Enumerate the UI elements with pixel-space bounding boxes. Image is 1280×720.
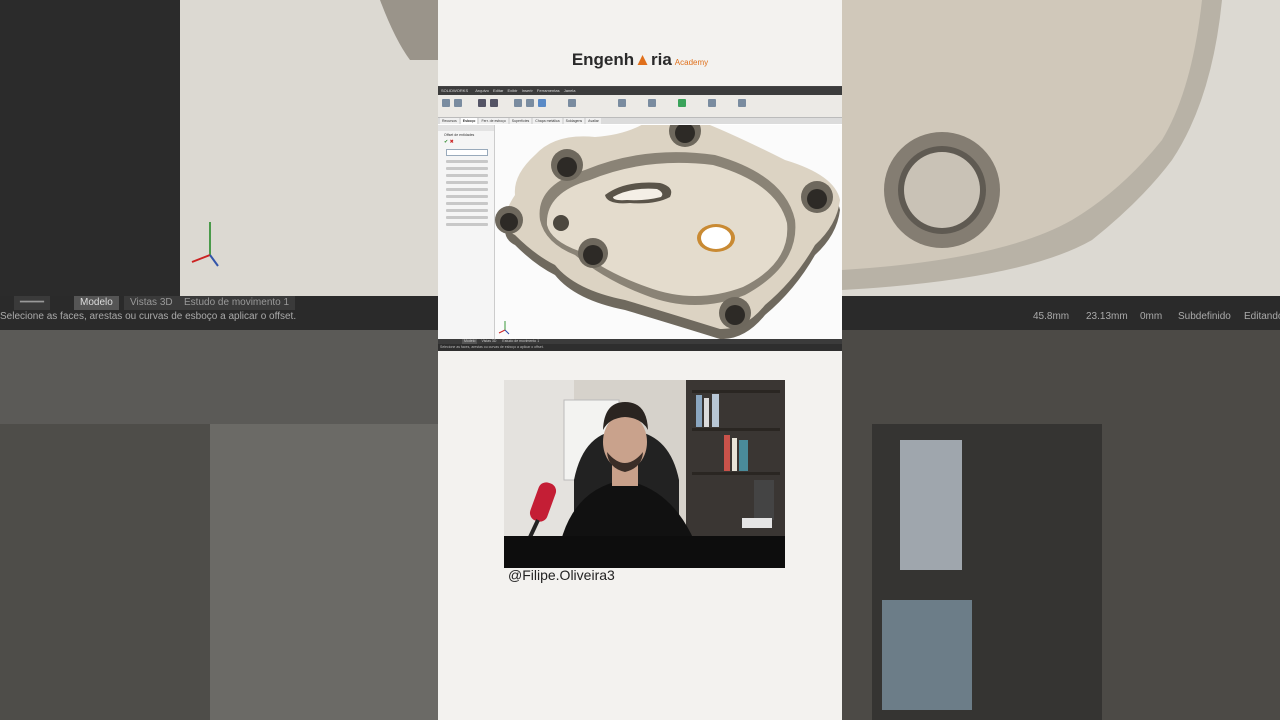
background-left: ━━━━ Modelo Vistas 3D Estudo de moviment…: [0, 0, 438, 720]
tab-soldagens[interactable]: Soldagens: [563, 118, 585, 124]
option-offset-geometry[interactable]: [446, 223, 488, 226]
menu-arquivo[interactable]: Arquivo: [475, 88, 489, 93]
relations-tool-icon[interactable]: [678, 99, 686, 107]
bolt-hole-3[interactable]: [801, 181, 833, 213]
menu-editar[interactable]: Editar: [493, 88, 503, 93]
bg-status-message: Selecione as faces, arestas ou curvas de…: [0, 311, 297, 322]
graphics-area[interactable]: [495, 125, 842, 339]
circle-tool-icon[interactable]: [490, 99, 498, 107]
creator-video: [504, 380, 785, 568]
trim-tool-icon[interactable]: [514, 99, 522, 107]
brand-name-part1: Engenh: [571, 50, 635, 69]
mirror-tool-icon[interactable]: [568, 99, 576, 107]
tab-recursos[interactable]: Recursos: [440, 118, 459, 124]
center-hole[interactable]: [697, 224, 735, 252]
menu-ferramentas[interactable]: Ferramentas: [537, 88, 560, 93]
bg-tab-vistas: Vistas 3D: [124, 296, 179, 310]
brand-a-icon: ▲: [634, 50, 651, 69]
option-cap-ends[interactable]: [446, 188, 488, 191]
tab-esboco[interactable]: Esboço: [460, 118, 478, 124]
axis-triad-icon: [498, 321, 510, 335]
command-manager-tabs: Recursos Esboço Ferr. de esboço Superfíc…: [438, 118, 842, 124]
offset-tool-icon[interactable]: [538, 99, 546, 107]
cad-window: SOLIDWORKS Arquivo Editar Exibir Inserir…: [438, 86, 842, 351]
menu-exibir[interactable]: Exibir: [508, 88, 518, 93]
cad-status-message: Selecione as faces, arestas ou curvas de…: [440, 345, 544, 349]
quick-snaps-icon[interactable]: [738, 99, 746, 107]
bg-value-3: 0mm: [1140, 311, 1163, 322]
option-reverse[interactable]: [446, 167, 488, 170]
offset-distance-input[interactable]: [446, 149, 488, 156]
convert-tool-icon[interactable]: [526, 99, 534, 107]
blurred-part-left: [180, 0, 438, 296]
bolt-hole-6[interactable]: [719, 297, 751, 329]
cad-ribbon: [438, 95, 842, 118]
menu-inserir[interactable]: Inserir: [522, 88, 533, 93]
sketch-tool-icon[interactable]: [442, 99, 450, 107]
creator-handle[interactable]: @Filipe.Oliveira3: [508, 567, 615, 583]
bg-value-5: Editando: [1244, 311, 1280, 322]
option-construction[interactable]: [446, 209, 488, 212]
bg-value-2: 23.13mm: [1086, 311, 1128, 322]
brand-academy: Academy: [674, 58, 709, 67]
background-right: 45.8mm 23.13mm 0mm Subdefinido Editando: [842, 0, 1280, 720]
line-tool-icon[interactable]: [478, 99, 486, 107]
bolt-hole-4[interactable]: [495, 206, 523, 234]
cad-app-name: SOLIDWORKS: [441, 88, 469, 93]
bg-value-4: Subdefinido: [1178, 311, 1231, 322]
option-bidirectional[interactable]: [446, 181, 488, 184]
bolt-hole-5[interactable]: [578, 238, 608, 268]
cad-title-bar: SOLIDWORKS Arquivo Editar Exibir Inserir…: [438, 87, 842, 95]
tab-avaliar[interactable]: Avaliar: [586, 118, 601, 124]
blurred-part-right: [842, 0, 1222, 290]
property-manager: Offset de entidades ✔ ✖: [438, 125, 495, 339]
flange-part-model[interactable]: [495, 125, 842, 339]
ok-icon[interactable]: ✔: [444, 139, 448, 145]
webcam-feed: [504, 380, 785, 568]
brand-name-part2: ria: [651, 50, 672, 69]
repair-tool-icon[interactable]: [708, 99, 716, 107]
main-column: Engenh▲ria Academy SOLIDWORKS Arquivo Edi…: [438, 0, 842, 720]
option-select-chain[interactable]: [446, 174, 488, 177]
move-tool-icon[interactable]: [648, 99, 656, 107]
bg-value-1: 45.8mm: [1033, 311, 1070, 322]
option-base-geometry[interactable]: [446, 216, 488, 219]
tab-ferr-esboco[interactable]: Ferr. de esboço: [479, 118, 508, 124]
brand-logo: Engenh▲ria Academy: [438, 50, 842, 70]
option-arcs[interactable]: [446, 195, 488, 198]
menu-janela[interactable]: Janela: [564, 88, 576, 93]
option-add-dimensions[interactable]: [446, 160, 488, 163]
tab-superficies[interactable]: Superfícies: [509, 118, 532, 124]
bolt-hole-1[interactable]: [551, 149, 583, 181]
bg-tab-modelo: Modelo: [74, 296, 119, 310]
property-manager-title: Offset de entidades: [444, 133, 475, 137]
tab-chapa-metalica[interactable]: Chapa metálica: [533, 118, 562, 124]
cad-status-area: Modelo Vistas 3D Estudo de movimento 1 S…: [438, 339, 842, 351]
dimension-tool-icon[interactable]: [454, 99, 462, 107]
cancel-icon[interactable]: ✖: [450, 139, 454, 145]
pattern-tool-icon[interactable]: [618, 99, 626, 107]
option-lines[interactable]: [446, 202, 488, 205]
bg-tab-estudo: Estudo de movimento 1: [178, 296, 296, 310]
